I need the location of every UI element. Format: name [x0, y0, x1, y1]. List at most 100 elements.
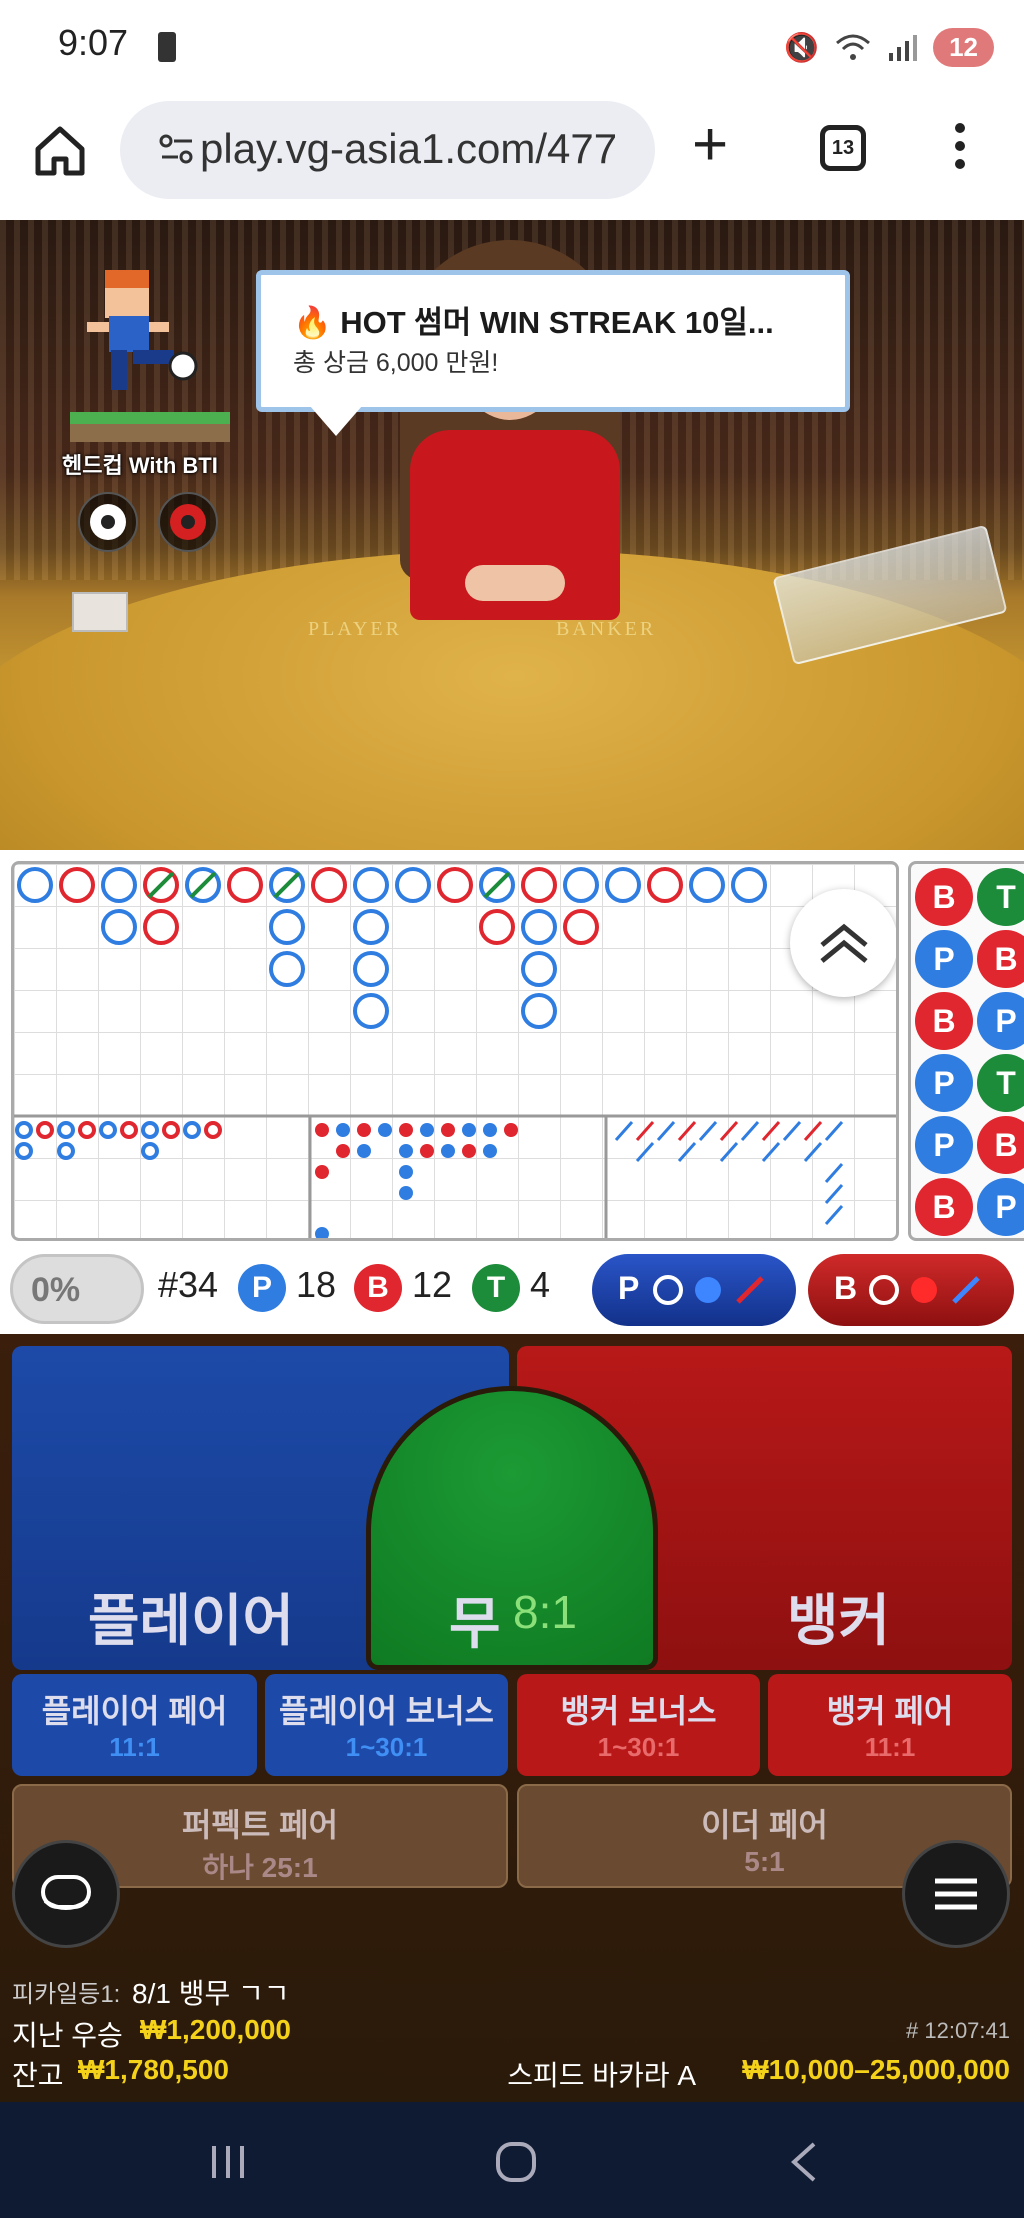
player-pair-label: 플레이어 페어 — [41, 1693, 228, 1729]
banker-predict-label: B — [834, 1270, 858, 1306]
cockroach-mark — [761, 1121, 781, 1141]
banker-pair-odds: 11:1 — [864, 1732, 916, 1762]
bead-road-cell: T — [977, 1054, 1024, 1112]
banker-count: 12 — [412, 1264, 453, 1305]
big-eye-road-mark — [57, 1142, 75, 1160]
cockroach-mark — [803, 1142, 823, 1162]
banker-bonus-label: 뱅커 보너스 — [560, 1693, 717, 1729]
banker-bonus-button[interactable]: 뱅커 보너스 1~30:1 — [517, 1674, 760, 1776]
banker-label: 뱅커 — [787, 1589, 891, 1652]
cockroach-mark — [824, 1121, 844, 1141]
small-road-mark — [483, 1123, 497, 1137]
bead-road-cell: P — [977, 992, 1024, 1050]
big-road-mark — [59, 867, 95, 903]
recents-icon[interactable] — [206, 2142, 250, 2182]
tabs-icon[interactable]: 13 — [820, 125, 866, 171]
big-road-mark — [395, 867, 431, 903]
bead-road-cell: T — [977, 868, 1024, 926]
tie-dot: T — [472, 1264, 520, 1312]
banker-pair-label: 뱅커 페어 — [826, 1693, 954, 1729]
big-road-mark — [353, 867, 389, 903]
chevron-up-icon[interactable] — [790, 889, 896, 997]
bead-road-cell: P — [915, 1054, 973, 1112]
small-road-mark — [399, 1123, 413, 1137]
tie-count: 4 — [530, 1264, 551, 1305]
big-road-mark — [521, 993, 557, 1029]
tie-odds: 8:1 — [513, 1586, 577, 1638]
tie-slash — [189, 871, 217, 899]
chat-user: 피카일등1: — [12, 1981, 121, 2008]
big-eye-road-mark — [141, 1121, 159, 1139]
banker-pair-button[interactable]: 뱅커 페어 11:1 — [768, 1674, 1012, 1776]
cockroach-mark — [635, 1121, 655, 1141]
mascot-name: 헨드컵 With BTI — [62, 453, 218, 478]
bead-road-cell: B — [977, 930, 1024, 988]
banner-subtitle: 총 상금 6,000 만원! — [293, 349, 499, 377]
roadmap-panel: BTPBBPPTPBBP — [0, 850, 1024, 1250]
big-road-mark — [521, 909, 557, 945]
bead-road: BTPBBPPTPBBP — [908, 861, 1024, 1241]
cockroach-mark — [635, 1142, 655, 1162]
notification-badge: 12 — [933, 28, 994, 67]
cockroach-mark — [824, 1163, 844, 1183]
small-road-mark — [315, 1123, 329, 1137]
predict-icons — [869, 1275, 980, 1305]
small-road-mark — [357, 1144, 371, 1158]
small-road-mark — [399, 1165, 413, 1179]
tie-slash — [147, 871, 175, 899]
big-eye-road-mark — [36, 1121, 54, 1139]
cockroach-mark — [719, 1121, 739, 1141]
banker-predict-button[interactable]: B — [808, 1254, 1014, 1326]
cockroach-mark — [677, 1121, 697, 1141]
chat-icon[interactable] — [12, 1840, 120, 1948]
address-bar[interactable]: play.vg-asia1.com/477 — [120, 101, 655, 199]
bead-road-cell: P — [977, 1178, 1024, 1236]
cockroach-mark — [761, 1142, 781, 1162]
mascot-icon — [87, 270, 198, 390]
small-road-mark — [336, 1144, 350, 1158]
player-pair-button[interactable]: 플레이어 페어 11:1 — [12, 1674, 257, 1776]
big-road[interactable] — [11, 861, 899, 1241]
tune-icon[interactable] — [158, 131, 196, 169]
tie-label: 무 — [449, 1592, 501, 1655]
big-road-mark — [269, 951, 305, 987]
balance-label: 잔고 — [12, 2060, 64, 2091]
either-pair-label: 이더 페어 — [701, 1807, 828, 1843]
home-icon[interactable] — [30, 121, 90, 181]
card-stack — [72, 592, 128, 632]
home-nav-icon[interactable] — [494, 2140, 538, 2184]
percent-toggle[interactable]: 0% — [10, 1254, 144, 1324]
big-road-mark — [563, 909, 599, 945]
signal-icon — [889, 34, 918, 61]
bead-road-cell: P — [915, 930, 973, 988]
big-road-mark — [17, 867, 53, 903]
big-road-mark — [227, 867, 263, 903]
more-vert-icon[interactable] — [950, 123, 970, 179]
big-road-mark — [605, 867, 641, 903]
last-win-label: 지난 우승 — [12, 2020, 123, 2051]
player-predict-button[interactable]: P — [592, 1254, 796, 1326]
felt-player-text: PLAYER — [308, 618, 402, 640]
plus-icon[interactable]: + — [692, 114, 728, 176]
small-road-mark — [462, 1144, 476, 1158]
big-eye-road-mark — [15, 1142, 33, 1160]
red-ball-icon[interactable] — [158, 492, 218, 552]
status-bar: 9:07 🔇 12 — [0, 0, 1024, 95]
round-time: # 12:07:41 — [906, 2018, 1010, 2043]
back-icon[interactable] — [786, 2140, 822, 2184]
cockroach-mark — [656, 1121, 676, 1141]
soccer-ball-icon[interactable] — [78, 492, 138, 552]
hamburger-icon[interactable] — [902, 1840, 1010, 1948]
tie-bet-zone[interactable]: 무 8:1 — [366, 1386, 658, 1670]
cockroach-mark — [824, 1184, 844, 1204]
big-eye-road-mark — [204, 1121, 222, 1139]
promo-banner[interactable]: 🔥 HOT 썸머 WIN STREAK 10일... 총 상금 6,000 만원… — [256, 270, 850, 412]
url-text[interactable]: play.vg-asia1.com/477 — [200, 125, 617, 173]
big-eye-road-mark — [162, 1121, 180, 1139]
small-road-mark — [420, 1123, 434, 1137]
banner-title: 🔥 HOT 썸머 WIN STREAK 10일... — [293, 305, 774, 340]
small-road-mark — [336, 1123, 350, 1137]
player-bonus-button[interactable]: 플레이어 보너스 1~30:1 — [265, 1674, 508, 1776]
small-road-mark — [441, 1144, 455, 1158]
small-road-mark — [399, 1186, 413, 1200]
